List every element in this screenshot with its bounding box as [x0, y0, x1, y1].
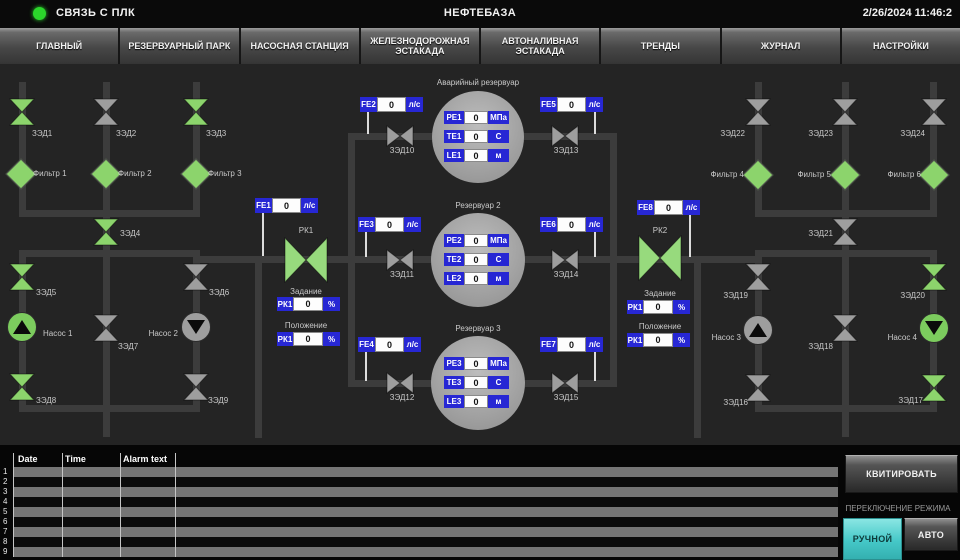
- alarm-table: 123456789 Date Time Alarm text: [0, 0, 960, 560]
- alarm-row-4[interactable]: [13, 497, 838, 507]
- alarm-row-number: 9: [3, 547, 7, 557]
- alarm-row-number: 3: [3, 487, 7, 497]
- manual-mode-button[interactable]: РУЧНОЙ: [843, 518, 902, 560]
- auto-mode-button[interactable]: АВТО: [904, 518, 958, 551]
- alarm-row-9[interactable]: [13, 547, 838, 557]
- alarm-row-7[interactable]: [13, 527, 838, 537]
- alarm-row-number: 1: [3, 467, 7, 477]
- alarm-row-3[interactable]: [13, 487, 838, 497]
- alarm-row-number: 7: [3, 527, 7, 537]
- scada-screen: СВЯЗЬ С ПЛК НЕФТЕБАЗА 2/26/2024 11:46:2 …: [0, 0, 960, 560]
- alarm-column-separator: [175, 453, 176, 557]
- mode-switch-label: ПЕРЕКЛЮЧЕНИЕ РЕЖИМА: [838, 504, 958, 513]
- alarm-row-2[interactable]: [13, 477, 838, 487]
- alarm-row-number: 4: [3, 497, 7, 507]
- alarm-row-number: 2: [3, 477, 7, 487]
- alarm-row-8[interactable]: [13, 537, 838, 547]
- alarm-column-separator: [120, 453, 121, 557]
- alarm-row-number: 8: [3, 537, 7, 547]
- alarm-header-alarm-text: Alarm text: [123, 454, 167, 464]
- alarm-row-1[interactable]: [13, 467, 838, 477]
- alarm-row-6[interactable]: [13, 517, 838, 527]
- acknowledge-button[interactable]: КВИТИРОВАТЬ: [845, 455, 958, 493]
- alarm-header-time: Time: [65, 454, 86, 464]
- alarm-row-number: 5: [3, 507, 7, 517]
- alarm-row-number: 6: [3, 517, 7, 527]
- alarm-row-5[interactable]: [13, 507, 838, 517]
- alarm-column-separator: [62, 453, 63, 557]
- alarm-column-separator: [13, 453, 14, 557]
- alarm-header-date: Date: [18, 454, 38, 464]
